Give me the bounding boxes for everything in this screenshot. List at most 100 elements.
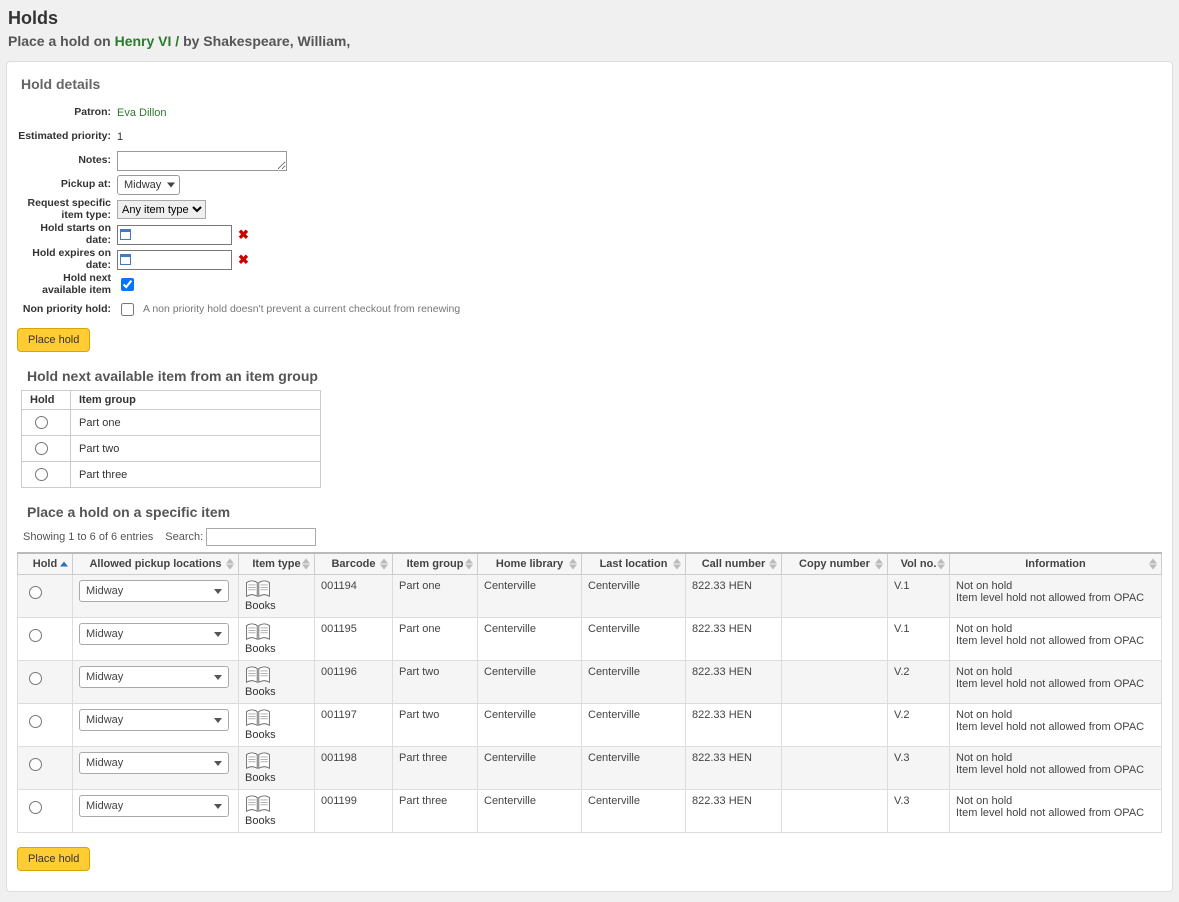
dropdown-icon <box>214 675 222 680</box>
dropdown-icon <box>214 589 222 594</box>
item-radio[interactable] <box>29 758 42 771</box>
col-header-copy[interactable]: Copy number <box>782 553 888 575</box>
pickup-location-value: Midway <box>86 757 123 769</box>
label-priority: Estimated priority: <box>17 131 117 143</box>
barcode-cell: 001196 <box>315 661 393 704</box>
item-radio[interactable] <box>29 672 42 685</box>
patron-link[interactable]: Eva Dillon <box>117 107 167 119</box>
col-header-home[interactable]: Home library <box>478 553 582 575</box>
item-row: MidwayBooks001198Part threeCentervilleCe… <box>18 747 1162 790</box>
sort-icon <box>465 559 473 570</box>
pickup-location-select[interactable]: Midway <box>79 623 229 645</box>
col-header-info[interactable]: Information <box>950 553 1162 575</box>
col-header-itemtype[interactable]: Item type <box>239 553 315 575</box>
book-icon <box>245 752 271 770</box>
copy-number-cell <box>782 575 888 618</box>
pickup-location-value: Midway <box>86 671 123 683</box>
pickup-location-select[interactable]: Midway <box>79 709 229 731</box>
dropdown-icon <box>167 183 175 188</box>
label-nonpriority: Non priority hold: <box>17 304 117 316</box>
copy-number-cell <box>782 704 888 747</box>
col-header-last[interactable]: Last location <box>582 553 686 575</box>
hold-expires-input[interactable] <box>117 250 232 270</box>
group-label: Part three <box>71 462 321 488</box>
home-library-cell: Centerville <box>478 747 582 790</box>
pickup-location-value: Midway <box>86 800 123 812</box>
subtitle-prefix: Place a hold on <box>8 33 115 49</box>
hold-details-title: Hold details <box>21 76 1162 92</box>
group-section-title: Hold next available item from an item gr… <box>27 368 1162 384</box>
vol-cell: V.2 <box>888 704 950 747</box>
barcode-cell: 001195 <box>315 618 393 661</box>
showing-entries: Showing 1 to 6 of 6 entries <box>23 531 153 543</box>
sort-icon <box>769 559 777 570</box>
group-row: Part one <box>22 410 321 436</box>
col-header-barcode[interactable]: Barcode <box>315 553 393 575</box>
item-radio[interactable] <box>29 629 42 642</box>
non-priority-hint: A non priority hold doesn't prevent a cu… <box>143 303 460 315</box>
info-cell: Not on holdItem level hold not allowed f… <box>950 575 1162 618</box>
dropdown-icon <box>214 804 222 809</box>
sort-icon <box>1149 559 1157 570</box>
place-hold-button-bottom[interactable]: Place hold <box>17 847 90 871</box>
pickup-location-select[interactable]: Midway <box>79 795 229 817</box>
home-library-cell: Centerville <box>478 618 582 661</box>
place-hold-button[interactable]: Place hold <box>17 328 90 352</box>
items-search-input[interactable] <box>206 528 316 546</box>
record-title-link[interactable]: Henry VI / <box>115 33 180 49</box>
home-library-cell: Centerville <box>478 661 582 704</box>
pickup-location-value: Midway <box>86 628 123 640</box>
barcode-cell: 001194 <box>315 575 393 618</box>
non-priority-checkbox[interactable] <box>121 303 134 316</box>
item-radio[interactable] <box>29 715 42 728</box>
col-header-hold[interactable]: Hold <box>18 553 73 575</box>
vol-cell: V.3 <box>888 790 950 833</box>
copy-number-cell <box>782 790 888 833</box>
pickup-location-select[interactable]: Midway <box>79 580 229 602</box>
home-library-cell: Centerville <box>478 575 582 618</box>
col-header-call[interactable]: Call number <box>686 553 782 575</box>
book-icon <box>245 580 271 598</box>
label-patron: Patron: <box>17 107 117 119</box>
pickup-location-select[interactable]: Midway <box>79 666 229 688</box>
col-header-vol[interactable]: Vol no. <box>888 553 950 575</box>
calendar-icon <box>120 229 131 240</box>
item-type-label: Books <box>245 772 276 784</box>
last-location-cell: Centerville <box>582 575 686 618</box>
label-next: Hold next available item <box>17 273 117 296</box>
item-row: MidwayBooks001194Part oneCentervilleCent… <box>18 575 1162 618</box>
last-location-cell: Centerville <box>582 704 686 747</box>
itemtype-select[interactable]: Any item type <box>117 200 206 219</box>
notes-input[interactable] <box>117 151 287 171</box>
hold-next-checkbox[interactable] <box>121 278 134 291</box>
pickup-select[interactable]: Midway <box>117 175 180 195</box>
itemgroup-cell: Part one <box>393 575 478 618</box>
group-radio[interactable] <box>35 416 48 429</box>
item-row: MidwayBooks001196Part twoCentervilleCent… <box>18 661 1162 704</box>
last-location-cell: Centerville <box>582 747 686 790</box>
item-type-label: Books <box>245 729 276 741</box>
group-row: Part three <box>22 462 321 488</box>
itemgroup-cell: Part two <box>393 704 478 747</box>
pickup-location-select[interactable]: Midway <box>79 752 229 774</box>
page-title: Holds <box>8 8 1171 29</box>
group-radio[interactable] <box>35 468 48 481</box>
clear-expires-button[interactable]: ✖ <box>238 252 249 268</box>
calendar-icon <box>120 254 131 265</box>
clear-starts-button[interactable]: ✖ <box>238 227 249 243</box>
info-cell: Not on holdItem level hold not allowed f… <box>950 747 1162 790</box>
last-location-cell: Centerville <box>582 790 686 833</box>
pickup-location-value: Midway <box>86 714 123 726</box>
col-header-locations[interactable]: Allowed pickup locations <box>73 553 239 575</box>
vol-cell: V.1 <box>888 575 950 618</box>
hold-starts-input[interactable] <box>117 225 232 245</box>
dropdown-icon <box>214 632 222 637</box>
sort-icon <box>380 559 388 570</box>
page-header: Holds Place a hold on Henry VI / by Shak… <box>0 0 1179 61</box>
call-number-cell: 822.33 HEN <box>686 747 782 790</box>
item-radio[interactable] <box>29 586 42 599</box>
col-header-itemgroup[interactable]: Item group <box>393 553 478 575</box>
group-radio[interactable] <box>35 442 48 455</box>
item-radio[interactable] <box>29 801 42 814</box>
sort-icon <box>937 559 945 570</box>
